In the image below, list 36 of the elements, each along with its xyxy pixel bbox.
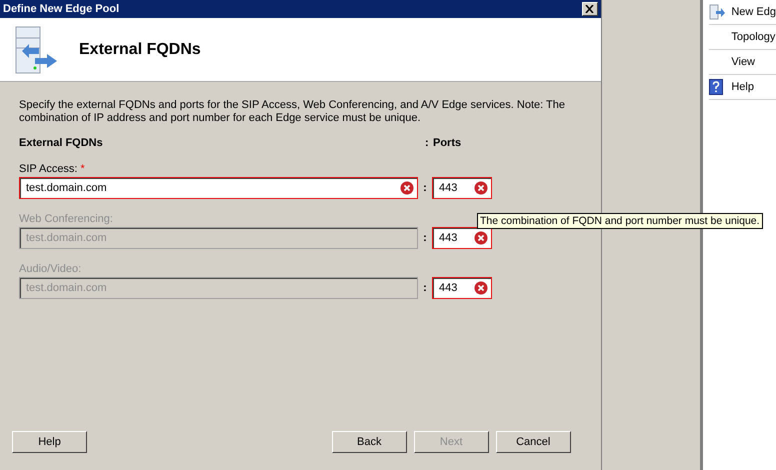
- action-item[interactable]: View: [709, 50, 776, 75]
- action-label: View: [731, 56, 756, 68]
- field-label: Web Conferencing:: [19, 213, 113, 225]
- error-icon: [474, 231, 488, 245]
- wizard-icon: [709, 4, 726, 20]
- error-icon: [474, 281, 488, 295]
- fqdn-field[interactable]: test.domain.com: [19, 177, 418, 199]
- required-mark: *: [80, 163, 85, 175]
- field-label: SIP Access: *: [19, 163, 85, 175]
- error-icon: [400, 181, 414, 195]
- description-text: Specify the external FQDNs and ports for the SIP Access, Web Conferencing, and A/V Edge services. Note: The combination of IP address and port number for each Edge service must be unique.: [19, 99, 566, 125]
- separator-text: :: [422, 182, 428, 194]
- tooltip: The combination of FQDN and port number must be unique.: [477, 213, 763, 229]
- close-button[interactable]: [582, 2, 598, 16]
- port-field[interactable]: 443: [432, 177, 492, 199]
- column-heading: External FQDNs: [19, 137, 104, 149]
- field-label: Audio/Video:: [19, 263, 82, 275]
- action-label: Help: [731, 81, 754, 93]
- dialog-button[interactable]: Help: [12, 431, 87, 453]
- page-title: External FQDNs: [79, 40, 201, 58]
- window-title: Define New Edge Pool: [3, 3, 120, 15]
- action-item[interactable]: Topology: [709, 25, 776, 50]
- action-item[interactable]: Help: [709, 75, 776, 100]
- action-item[interactable]: New Edg: [709, 0, 776, 25]
- close-icon: [585, 5, 594, 13]
- action-label: New Edg: [731, 6, 776, 18]
- dialog-button[interactable]: Cancel: [496, 431, 571, 453]
- column-separator: :: [425, 137, 430, 149]
- column-heading: Ports: [433, 137, 462, 149]
- action-label: Topology: [731, 31, 776, 43]
- help-icon: [709, 79, 724, 95]
- separator-text: :: [422, 282, 428, 294]
- server-arrows-icon: [15, 26, 59, 74]
- separator-text: :: [422, 232, 428, 244]
- dialog-button[interactable]: Back: [332, 431, 407, 453]
- error-icon: [474, 181, 488, 195]
